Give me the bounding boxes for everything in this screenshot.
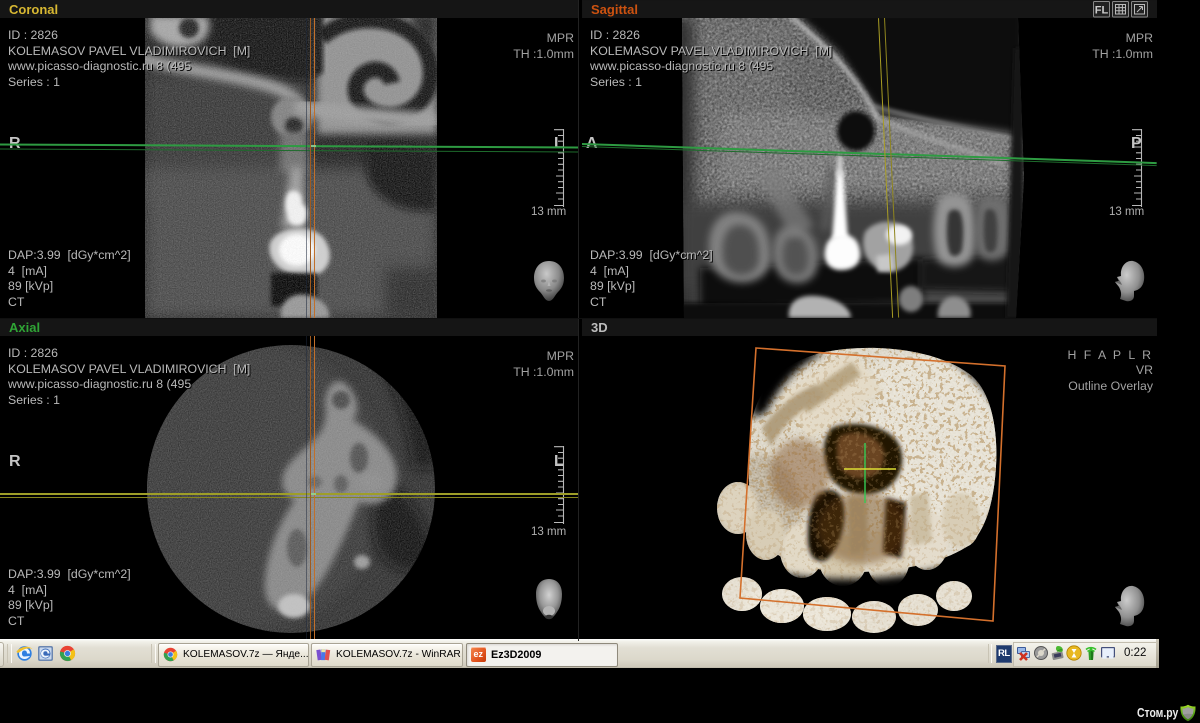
svg-text:FL: FL (1095, 5, 1109, 17)
